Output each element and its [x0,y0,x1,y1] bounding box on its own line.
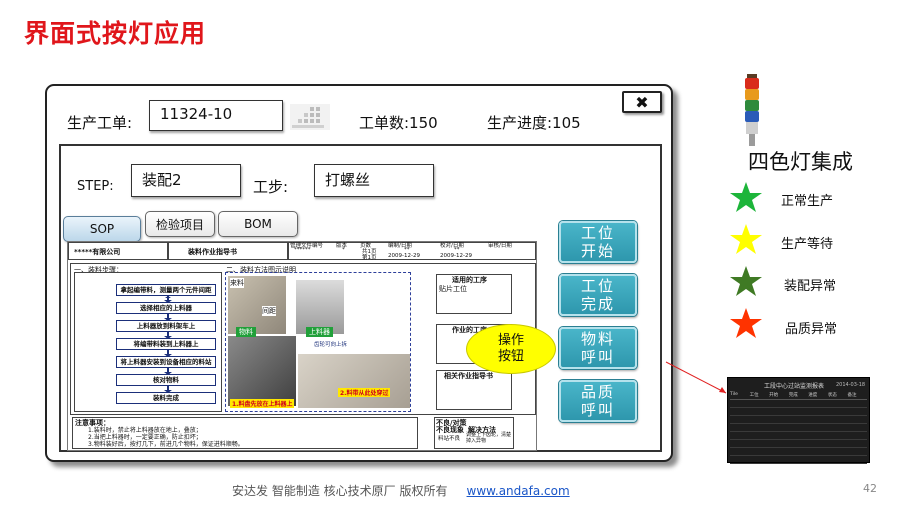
dashboard-row [730,448,867,456]
step-input[interactable]: 装配2 [131,164,241,197]
station-complete-button[interactable]: 工位完成 [559,274,637,316]
dashboard-col: 进度 [808,393,818,398]
tower-title: 四色灯集成 [748,150,853,174]
doc-hdr-col: 审核/日期 [488,243,512,249]
photo-tape [228,336,296,406]
footer-text: 安达发 智能制造 核心技术原厂 版权所有 [232,484,448,498]
photo-feeder [296,280,344,334]
dashboard-col: 完成 [788,393,798,398]
dashboard-row [730,432,867,440]
green-star-icon [729,181,763,215]
doc-hdr-val: * [342,247,345,253]
operation-buttons-callout: 操作按钮 [466,324,556,374]
yellow-star-icon [729,223,763,257]
doc-applicable-value: 贴片工位 [439,285,467,293]
pointer-arrow [665,361,727,394]
dashboard-col: 工位 [749,393,759,398]
doc-hdr-val: 2009-12-29 [440,253,472,259]
doc-related-header: 相关作业指导书 [444,372,493,380]
tab-sop[interactable]: SOP [63,216,141,242]
dashboard-date: 2014-03-18 [836,382,866,388]
work-panel: STEP: 装配2 工步: 打螺丝 SOP 检验项目 BOM *****有限公司… [59,144,662,452]
doc-flow-arrows [164,296,172,393]
quality-call-label: 品质呼叫 [580,383,615,419]
photo-label: 来料 [230,278,244,288]
legend-assembly-label: 装配异常 [784,279,837,294]
doc-hdr-col: 校对/日期 [440,243,464,249]
photo-machine [298,354,410,408]
dashboard-header: Tile 工位 开始 完成 进度 状态 备注 [730,392,867,400]
station-complete-label: 工位完成 [580,277,615,313]
station-start-label: 工位开始 [580,224,615,260]
doc-bad-cell: 调整上下齿轮，清楚掉入异物 [466,432,512,444]
doc-step: 拿起编带料，测量两个元件间距 [116,284,216,296]
step-label: STEP: [77,179,114,194]
dashboard-row [730,440,867,448]
work-order-input[interactable]: 11324-10 [149,100,283,131]
andon-window: 生产工单: 11324-10 工单数:150 生产进度:105 ✖ STEP: … [45,84,673,462]
dashboard-row [730,408,867,416]
doc-company: *****有限公司 [74,248,121,256]
photo-label: 上料器 [306,327,333,337]
doc-hdr-val: 第1页 [362,255,377,261]
tab-inspection[interactable]: 检验项目 [145,211,215,237]
dashboard-col: 状态 [827,393,837,398]
signal-tower-icon [744,74,760,146]
doc-hdr-val: ****** [294,247,311,253]
dashboard-row [730,456,867,464]
photo-label: 1.料盘先放在上料器上 [230,399,295,408]
barcode-icon[interactable] [290,104,330,130]
dashboard-col: 开始 [769,393,779,398]
footer: 安达发 智能制造 核心技术原厂 版权所有 www.andafa.com [232,482,570,499]
dashboard-title: 工段中心过站监测报表 [764,383,825,390]
photo-label: 物料 [236,327,256,337]
doc-title: 装料作业指导书 [188,248,237,256]
callout-text: 操作按钮 [497,333,524,364]
dashboard-row [730,424,867,432]
legend-quality-label: 品质异常 [785,322,838,337]
photo-label: 齿轮可向上拆 [314,342,348,348]
work-order-label: 生产工单: [67,114,133,132]
slide-title: 界面式按灯应用 [24,19,207,48]
station-start-button[interactable]: 工位开始 [559,221,637,263]
dashboard-grid: Tile 工位 开始 完成 进度 状态 备注 [730,392,867,464]
close-button[interactable]: ✖ [622,91,662,113]
work-step-input[interactable]: 打螺丝 [314,164,434,197]
work-step-label: 工步: [253,178,289,196]
legend-normal-label: 正常生产 [781,194,834,209]
material-call-button[interactable]: 物料呼叫 [559,327,637,369]
progress-label: 生产进度:105 [487,114,581,132]
quality-call-button[interactable]: 品质呼叫 [559,380,637,422]
dashboard-rows [730,400,867,464]
doc-note: 3.物料装好后，按打几下，前进几个物料，保证进料顺畅。 [88,441,244,448]
photo-label: 2.料带从此处穿过 [338,388,391,397]
page-number: 42 [863,482,877,495]
dashboard-col: Tile [730,392,738,397]
dashboard-row [730,400,867,408]
red-star-icon [729,307,763,341]
material-call-label: 物料呼叫 [580,330,615,366]
tab-bom[interactable]: BOM [218,211,298,237]
dashboard-col: 备注 [847,393,857,398]
footer-link[interactable]: www.andafa.com [467,484,570,498]
close-icon: ✖ [635,92,649,112]
legend-waiting-label: 生产等待 [781,237,834,252]
doc-hdr-val: 2009-12-29 [388,253,420,259]
photo-label: 间距 [262,306,276,316]
dark-green-star-icon [729,265,763,299]
quantity-label: 工单数:150 [359,114,438,132]
dashboard-row [730,416,867,424]
doc-bad-cell: 料站不良 [438,436,461,442]
dashboard-thumbnail: 工段中心过站监测报表 2014-03-18 Tile 工位 开始 完成 进度 状… [727,377,870,464]
